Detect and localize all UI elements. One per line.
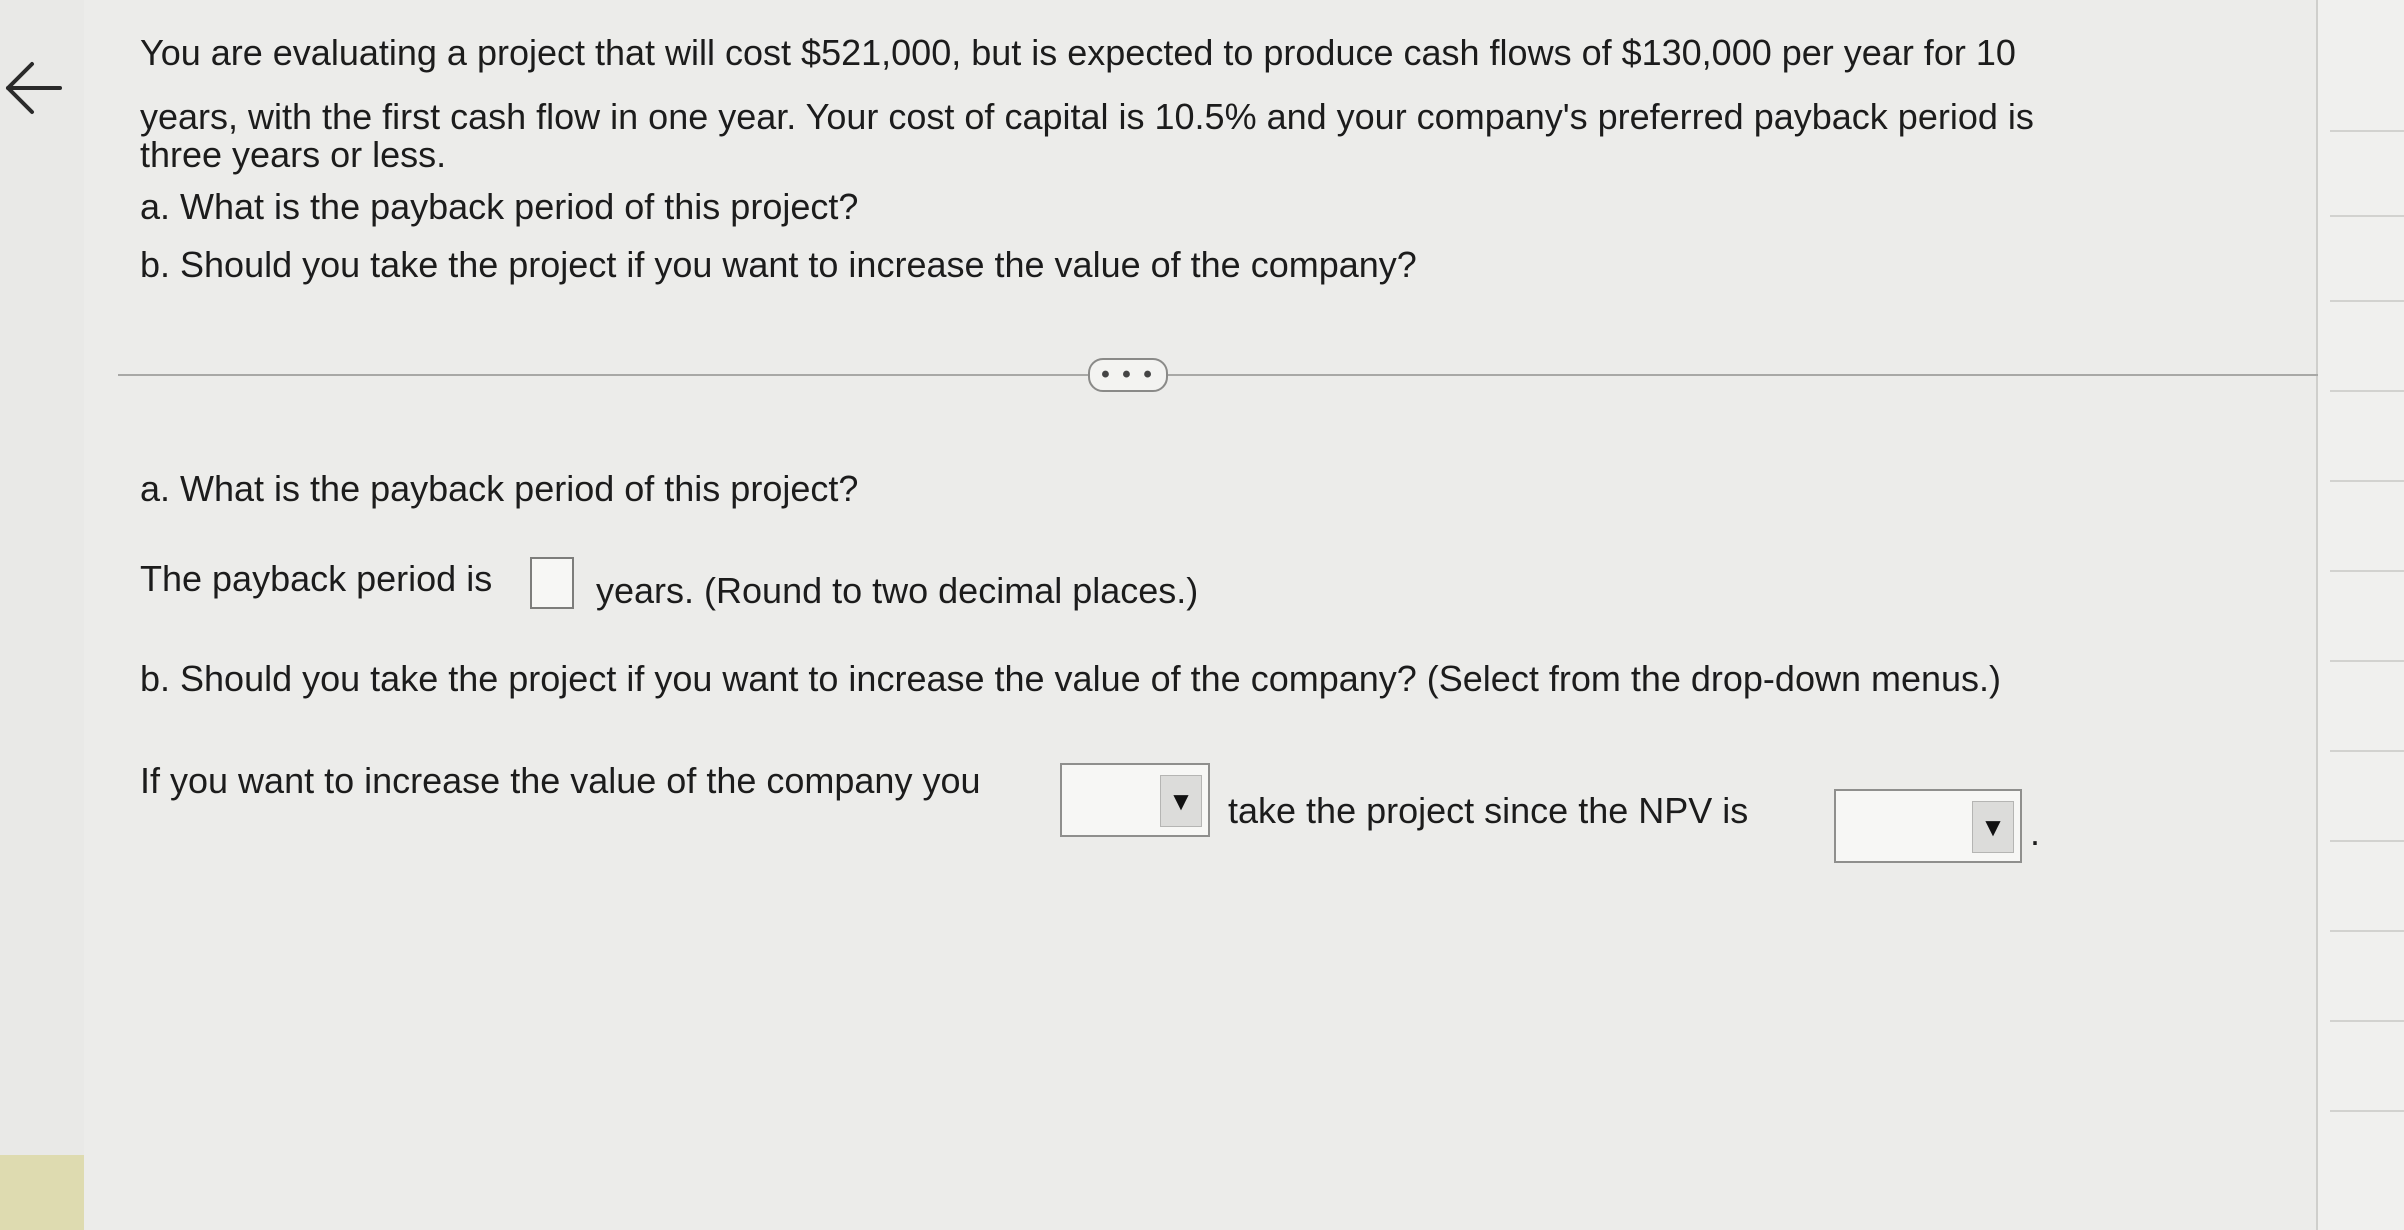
payback-prefix: The payback period is: [140, 558, 493, 599]
answer-part-b-heading: b. Should you take the project if you wa…: [140, 658, 2002, 699]
question-part-a: a. What is the payback period of this pr…: [140, 186, 859, 227]
question-part-b: b. Should you take the project if you wa…: [140, 244, 1417, 285]
payback-suffix: years. (Round to two decimal places.): [596, 570, 1199, 611]
npv-dropdown[interactable]: ▼: [1834, 789, 2022, 863]
question-line-3: three years or less.: [140, 134, 447, 175]
answer-part-a-heading: a. What is the payback period of this pr…: [140, 468, 859, 509]
triangle-down-icon: ▼: [1168, 786, 1194, 816]
corner-highlight: [0, 1155, 84, 1230]
decision-sentence-middle: take the project since the NPV is: [1228, 790, 1749, 831]
triangle-down-icon: ▼: [1980, 812, 2006, 842]
take-project-dropdown[interactable]: ▼: [1060, 763, 1210, 837]
dropdown-arrow-button[interactable]: ▼: [1972, 801, 2014, 853]
payback-input[interactable]: [530, 557, 574, 609]
divider-line: [118, 374, 2318, 376]
question-line-1: You are evaluating a project that will c…: [140, 32, 2016, 73]
decision-sentence-end: .: [2030, 812, 2041, 853]
dropdown-arrow-button[interactable]: ▼: [1160, 775, 1202, 827]
left-margin: [0, 0, 84, 1230]
more-button[interactable]: • • •: [1088, 358, 1168, 392]
right-panel-edge: [2316, 0, 2404, 1230]
section-divider: • • •: [118, 358, 2318, 392]
back-arrow-icon[interactable]: [2, 58, 64, 118]
decision-sentence-prefix: If you want to increase the value of the…: [140, 760, 981, 801]
